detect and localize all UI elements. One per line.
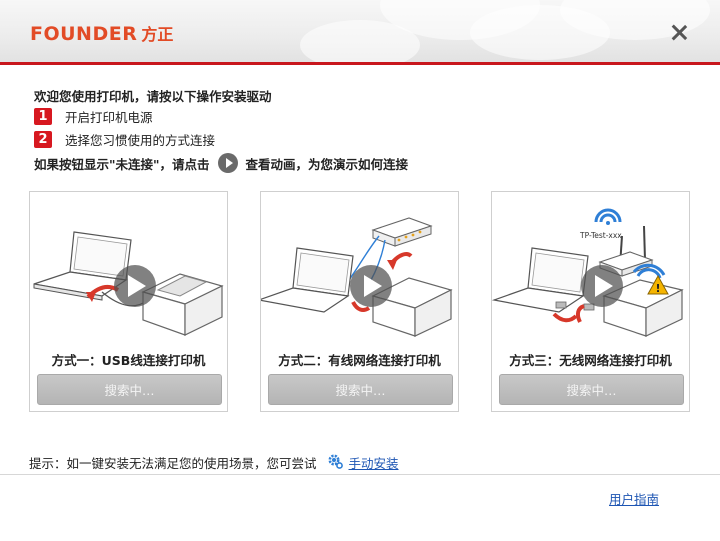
card-title: 方式三：无线网络连接打印机: [509, 353, 672, 368]
step-2: 2 选择您习惯使用的方式连接: [34, 130, 215, 149]
logo-latin-text: FOUNDER: [30, 23, 138, 45]
card-title: 方式一：USB线连接打印机: [51, 353, 206, 368]
step-number-badge: 2: [34, 131, 52, 148]
connection-card-usb: 方式一：USB线连接打印机 搜索中…: [29, 191, 228, 412]
search-button[interactable]: 搜索中…: [37, 374, 222, 405]
user-guide-link[interactable]: 用户指南: [609, 489, 659, 508]
step-1: 1 开启打印机电源: [34, 107, 153, 126]
search-button[interactable]: 搜索中…: [499, 374, 684, 405]
wired-network-illustration: [261, 217, 453, 337]
close-icon[interactable]: [668, 22, 690, 44]
welcome-text: 欢迎您使用打印机，请按以下操作安装驱动: [34, 89, 272, 104]
hint-suffix: 查看动画，为您演示如何连接: [245, 156, 409, 172]
connection-card-wired: 方式二：有线网络连接打印机 搜索中…: [260, 191, 459, 412]
step-text: 开启打印机电源: [65, 110, 153, 125]
card-title: 方式二：有线网络连接打印机: [278, 353, 441, 368]
wireless-network-illustration: TP-Test-xxx !: [492, 208, 684, 337]
search-button[interactable]: 搜索中…: [268, 374, 453, 405]
animation-hint: 如果按钮显示"未连接"，请点击 查看动画，为您演示如何连接: [34, 153, 408, 173]
manual-install-tip: 提示：如一键安装无法满足您的使用场景，您可尝试 手动安装: [29, 453, 399, 472]
header-accent-line: [0, 62, 720, 65]
founder-logo: FOUNDER 方正: [30, 21, 173, 45]
svg-text:!: !: [655, 282, 660, 295]
usb-connection-illustration: [33, 231, 224, 336]
manual-install-link[interactable]: 手动安装: [349, 453, 399, 472]
tip-text: 提示：如一键安装无法满足您的使用场景，您可尝试: [29, 456, 317, 471]
step-text: 选择您习惯使用的方式连接: [65, 133, 216, 148]
play-icon: [217, 153, 238, 173]
hint-prefix: 如果按钮显示"未连接"，请点击: [34, 156, 210, 172]
logo-cjk-text: 方正: [141, 25, 174, 44]
connection-card-wireless: TP-Test-xxx ! 方式三：无线网络连接打印机 搜索中…: [491, 191, 690, 412]
step-number-badge: 1: [34, 108, 52, 125]
ssid-label: TP-Test-xxx: [579, 231, 622, 240]
gear-icon: [327, 453, 343, 472]
